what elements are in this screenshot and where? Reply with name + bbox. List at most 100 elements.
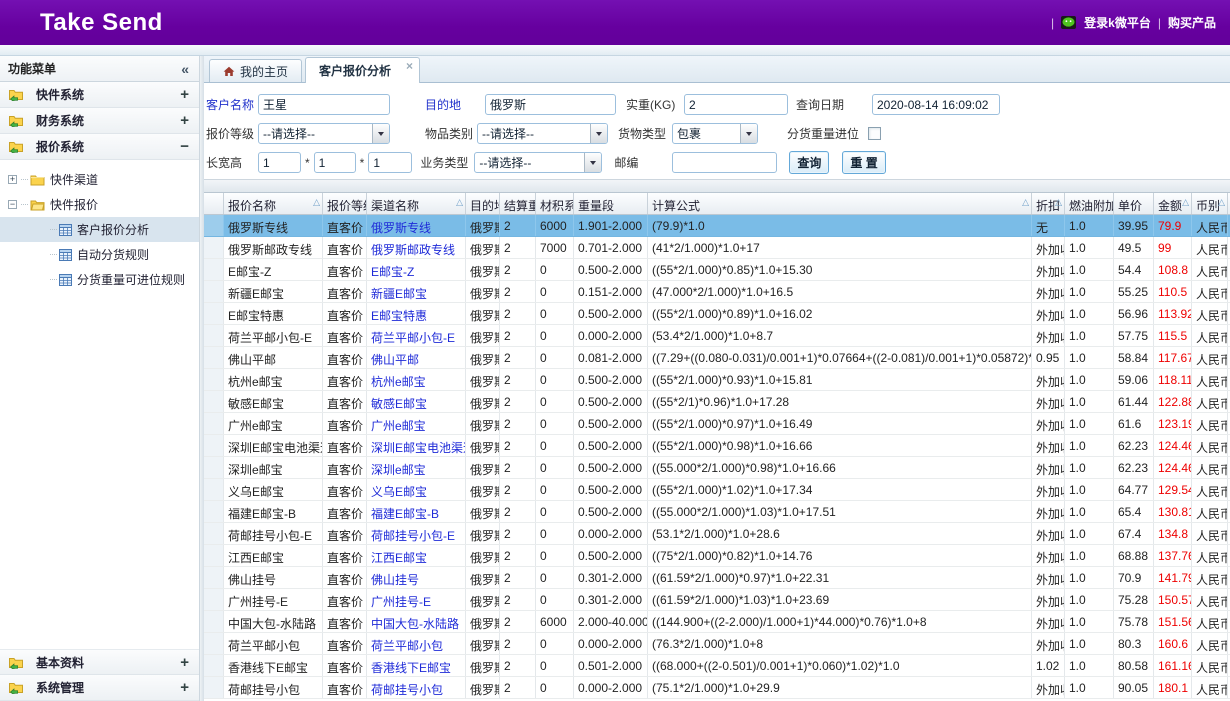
table-row[interactable]: 佛山平邮直客价佛山平邮俄罗斯200.081-2.000((7.29+((0.08… bbox=[204, 347, 1230, 369]
row-selector-cell[interactable] bbox=[204, 677, 224, 698]
length-input[interactable] bbox=[258, 152, 301, 173]
row-selector-cell[interactable] bbox=[204, 435, 224, 456]
table-row[interactable]: 中国大包-水陆路直客价中国大包-水陆路俄罗斯260002.000-40.000(… bbox=[204, 611, 1230, 633]
table-row[interactable]: 杭州e邮宝直客价杭州e邮宝俄罗斯200.500-2.000((55*2/1.00… bbox=[204, 369, 1230, 391]
actual-weight-input[interactable] bbox=[684, 94, 788, 115]
cell-channel[interactable]: E邮宝特惠 bbox=[367, 303, 466, 324]
cell-channel[interactable]: 俄罗斯专线 bbox=[367, 215, 466, 236]
sort-icon[interactable]: △ bbox=[1022, 198, 1029, 207]
sidebar-collapse-icon[interactable]: « bbox=[181, 61, 189, 77]
postcode-input[interactable] bbox=[672, 152, 777, 173]
customer-name-input[interactable] bbox=[258, 94, 390, 115]
table-row[interactable]: 广州挂号-E直客价广州挂号-E俄罗斯200.301-2.000((61.59*2… bbox=[204, 589, 1230, 611]
sort-icon[interactable]: △ bbox=[1218, 198, 1225, 207]
row-selector-cell[interactable] bbox=[204, 369, 224, 390]
table-row[interactable]: 香港线下E邮宝直客价香港线下E邮宝俄罗斯200.501-2.000((68.00… bbox=[204, 655, 1230, 677]
row-selector-cell[interactable] bbox=[204, 611, 224, 632]
row-selector-cell[interactable] bbox=[204, 567, 224, 588]
expand-plus-icon[interactable]: + bbox=[8, 175, 17, 184]
sidebar-section-finance-system[interactable]: 财务系统 + bbox=[0, 108, 199, 134]
destination-input[interactable] bbox=[485, 94, 616, 115]
cell-channel[interactable]: 荷邮挂号小包-E bbox=[367, 523, 466, 544]
column-header-price[interactable]: 单价 bbox=[1114, 193, 1154, 214]
row-selector-cell[interactable] bbox=[204, 523, 224, 544]
table-row[interactable]: 荷邮挂号小包-E直客价荷邮挂号小包-E俄罗斯200.000-2.000(53.1… bbox=[204, 523, 1230, 545]
quote-level-select[interactable]: --请选择-- bbox=[258, 123, 390, 144]
column-header-fuel[interactable]: 燃油附加 bbox=[1065, 193, 1114, 214]
cell-channel[interactable]: 江西E邮宝 bbox=[367, 545, 466, 566]
sort-icon[interactable]: △ bbox=[313, 198, 320, 207]
table-row[interactable]: E邮宝特惠直客价E邮宝特惠俄罗斯200.500-2.000((55*2/1.00… bbox=[204, 303, 1230, 325]
tree-item-auto-split-rule[interactable]: 自动分货规则 bbox=[0, 242, 199, 267]
row-selector-cell[interactable] bbox=[204, 347, 224, 368]
table-row[interactable]: 深圳e邮宝直客价深圳e邮宝俄罗斯200.500-2.000((55.000*2/… bbox=[204, 457, 1230, 479]
split-weight-carry-checkbox[interactable] bbox=[868, 127, 881, 140]
sidebar-section-express-system[interactable]: 快件系统 + bbox=[0, 82, 199, 108]
dropdown-arrow-icon[interactable] bbox=[740, 124, 757, 143]
column-header-channel[interactable]: 渠道名称△ bbox=[367, 193, 466, 214]
item-category-select[interactable]: --请选择-- bbox=[477, 123, 608, 144]
cell-channel[interactable]: 福建E邮宝-B bbox=[367, 501, 466, 522]
table-row[interactable]: 江西E邮宝直客价江西E邮宝俄罗斯200.500-2.000((75*2/1.00… bbox=[204, 545, 1230, 567]
table-row[interactable]: 荷兰平邮小包直客价荷兰平邮小包俄罗斯200.000-2.000(76.3*2/1… bbox=[204, 633, 1230, 655]
tree-item-split-weight-carry-rule[interactable]: 分货重量可进位规则 bbox=[0, 267, 199, 292]
cell-channel[interactable]: 中国大包-水陆路 bbox=[367, 611, 466, 632]
column-header-discount[interactable]: 折扣△ bbox=[1032, 193, 1065, 214]
expand-plus-icon[interactable]: + bbox=[180, 87, 189, 102]
height-input[interactable] bbox=[368, 152, 412, 173]
row-selector-cell[interactable] bbox=[204, 457, 224, 478]
table-row[interactable]: 荷邮挂号小包直客价荷邮挂号小包俄罗斯200.000-2.000(75.1*2/1… bbox=[204, 677, 1230, 699]
row-selector-cell[interactable] bbox=[204, 501, 224, 522]
column-header-grade[interactable]: 报价等级 bbox=[323, 193, 367, 214]
column-header-name[interactable]: 报价名称△ bbox=[224, 193, 323, 214]
cell-channel[interactable]: 荷邮挂号小包 bbox=[367, 677, 466, 698]
row-selector-cell[interactable] bbox=[204, 479, 224, 500]
cell-channel[interactable]: 俄罗斯邮政专线 bbox=[367, 237, 466, 258]
sort-icon[interactable]: △ bbox=[456, 198, 463, 207]
collapse-minus-icon[interactable]: − bbox=[180, 139, 189, 154]
row-selector-cell[interactable] bbox=[204, 259, 224, 280]
column-header-volcoef[interactable]: 材积系数 bbox=[536, 193, 574, 214]
business-type-select[interactable]: --请选择-- bbox=[474, 152, 602, 173]
sidebar-section-quote-system[interactable]: 报价系统 − bbox=[0, 134, 199, 160]
cell-channel[interactable]: 深圳E邮宝电池渠道 bbox=[367, 435, 466, 456]
column-header-amount[interactable]: 金额△ bbox=[1154, 193, 1192, 214]
cell-channel[interactable]: 深圳e邮宝 bbox=[367, 457, 466, 478]
table-row[interactable]: 俄罗斯专线直客价俄罗斯专线俄罗斯260001.901-2.000(79.9)*1… bbox=[204, 215, 1230, 237]
cell-channel[interactable]: 荷兰平邮小包-E bbox=[367, 325, 466, 346]
expand-plus-icon[interactable]: + bbox=[180, 680, 189, 695]
tab-customer-quote-analysis[interactable]: 客户报价分析 × bbox=[305, 57, 420, 83]
column-header-dest[interactable]: 目的地 bbox=[466, 193, 500, 214]
cell-channel[interactable]: 广州挂号-E bbox=[367, 589, 466, 610]
cell-channel[interactable]: 佛山挂号 bbox=[367, 567, 466, 588]
expand-plus-icon[interactable]: + bbox=[180, 113, 189, 128]
dropdown-arrow-icon[interactable] bbox=[584, 153, 601, 172]
expand-plus-icon[interactable]: + bbox=[180, 655, 189, 670]
width-input[interactable] bbox=[314, 152, 356, 173]
sort-icon[interactable]: △ bbox=[1055, 198, 1062, 207]
tree-item-customer-quote-analysis[interactable]: 客户报价分析 bbox=[0, 217, 199, 242]
table-row[interactable]: 佛山挂号直客价佛山挂号俄罗斯200.301-2.000((61.59*2/1.0… bbox=[204, 567, 1230, 589]
column-header-currency[interactable]: 币别△ bbox=[1192, 193, 1228, 214]
query-date-input[interactable] bbox=[872, 94, 1000, 115]
table-row[interactable]: 广州e邮宝直客价广州e邮宝俄罗斯200.500-2.000((55*2/1.00… bbox=[204, 413, 1230, 435]
tree-item-express-channel[interactable]: + 快件渠道 bbox=[0, 167, 199, 192]
cell-channel[interactable]: E邮宝-Z bbox=[367, 259, 466, 280]
collapse-minus-icon[interactable]: − bbox=[8, 200, 17, 209]
sort-icon[interactable]: △ bbox=[1182, 198, 1189, 207]
cell-channel[interactable]: 杭州e邮宝 bbox=[367, 369, 466, 390]
login-link[interactable]: 登录k微平台 bbox=[1084, 14, 1151, 31]
cell-channel[interactable]: 义乌E邮宝 bbox=[367, 479, 466, 500]
dropdown-arrow-icon[interactable] bbox=[372, 124, 389, 143]
row-selector-cell[interactable] bbox=[204, 237, 224, 258]
cell-channel[interactable]: 佛山平邮 bbox=[367, 347, 466, 368]
panel-splitter[interactable] bbox=[204, 179, 1230, 193]
buy-product-link[interactable]: 购买产品 bbox=[1168, 14, 1216, 31]
row-selector-cell[interactable] bbox=[204, 215, 224, 236]
cell-channel[interactable]: 荷兰平邮小包 bbox=[367, 633, 466, 654]
dropdown-arrow-icon[interactable] bbox=[590, 124, 607, 143]
row-selector-cell[interactable] bbox=[204, 391, 224, 412]
search-button[interactable]: 查询 bbox=[789, 151, 829, 174]
table-row[interactable]: 荷兰平邮小包-E直客价荷兰平邮小包-E俄罗斯200.000-2.000(53.4… bbox=[204, 325, 1230, 347]
cargo-type-select[interactable]: 包裹 bbox=[672, 123, 758, 144]
